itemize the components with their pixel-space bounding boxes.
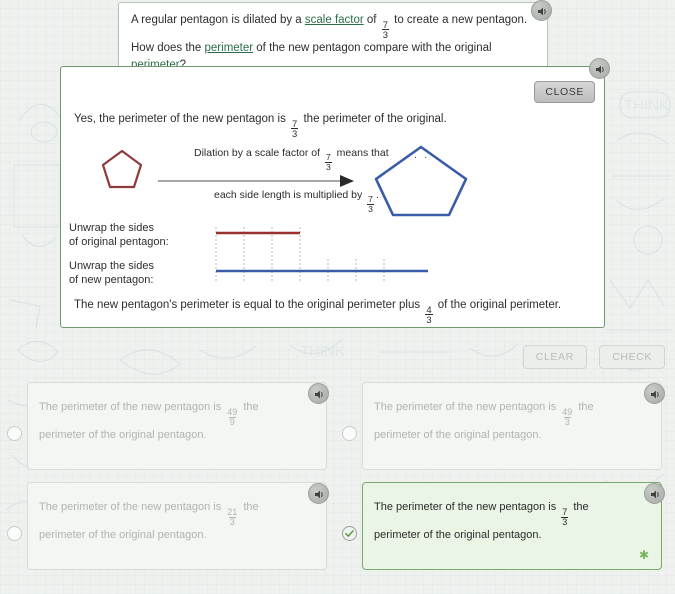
explanation-line1-a: Yes, the perimeter of the new pentagon i… — [74, 113, 290, 125]
diagram-bottom-text-a: each side length is multiplied by — [214, 189, 366, 201]
link-perimeter-1[interactable]: perimeter — [205, 42, 254, 54]
diagram-top-fraction: 73 — [324, 152, 332, 173]
link-scale-factor[interactable]: scale factor — [305, 14, 364, 26]
option-radio-d[interactable] — [342, 526, 357, 541]
question-text-2: of — [363, 14, 380, 26]
option-card-c[interactable]: The perimeter of the new pentagon is 21 3… — [27, 482, 327, 570]
option-d-fraction: 73 — [561, 506, 569, 527]
diagram-ellipsis: . . . — [414, 149, 440, 161]
close-button[interactable]: CLOSE — [534, 81, 595, 103]
question-text-1: A regular pentagon is dilated by a — [131, 14, 305, 26]
question-fraction: 73 — [381, 18, 389, 41]
explanation-line1-fraction: 73 — [291, 117, 299, 140]
answer-options: The perimeter of the new pentagon is 49 9… — [0, 382, 675, 582]
option-d-text-before: The perimeter of the new pentagon is — [374, 501, 560, 513]
unwrap-diagram: Unwrap the sides of original pentagon: U… — [69, 215, 589, 291]
option-card-b[interactable]: The perimeter of the new pentagon is 49 3… — [362, 382, 662, 470]
option-b-text-before: The perimeter of the new pentagon is — [374, 401, 560, 413]
action-button-row: CLEAR CHECK — [515, 345, 665, 369]
option-card-a[interactable]: The perimeter of the new pentagon is 49 9… — [27, 382, 327, 470]
sparkle-icon: ✱ — [638, 548, 649, 562]
speaker-icon-question[interactable] — [531, 0, 552, 21]
explanation-line2-b: of the original perimeter. — [434, 299, 562, 311]
explanation-line-1: Yes, the perimeter of the new pentagon i… — [74, 113, 590, 139]
clear-button[interactable]: CLEAR — [522, 345, 587, 369]
option-text-c: The perimeter of the new pentagon is 21 3… — [39, 499, 300, 544]
speaker-icon-option-b[interactable] — [644, 383, 665, 404]
diagram-bottom-text: each side length is multiplied by 73. — [214, 189, 379, 214]
speaker-icon-option-a[interactable] — [308, 383, 329, 404]
dilation-diagram: Dilation by a scale factor of 73 means t… — [96, 145, 496, 217]
diagram-bottom-text-b: . — [375, 189, 379, 201]
check-icon — [345, 530, 354, 537]
option-text-b: The perimeter of the new pentagon is 49 3… — [374, 399, 635, 444]
diagram-arrow-head — [340, 175, 354, 187]
option-c-fraction: 21 3 — [227, 506, 238, 527]
explanation-line-2: The new pentagon's perimeter is equal to… — [74, 299, 590, 325]
speaker-icon-option-d[interactable] — [644, 483, 665, 504]
check-button[interactable]: CHECK — [599, 345, 665, 369]
option-b-fraction: 49 3 — [562, 406, 573, 427]
speaker-icon-explanation[interactable] — [589, 58, 610, 79]
explanation-line2-fraction: 43 — [425, 303, 433, 326]
explanation-line1-b: the perimeter of the original. — [300, 113, 447, 125]
option-a-text-before: The perimeter of the new pentagon is — [39, 401, 225, 413]
small-pentagon-shape — [101, 149, 143, 189]
diagram-top-text-b: means that — [333, 147, 389, 159]
diagram-bottom-fraction: 73 — [367, 194, 374, 215]
option-card-d[interactable]: The perimeter of the new pentagon is 73 … — [362, 482, 662, 570]
option-text-d: The perimeter of the new pentagon is 73 … — [374, 499, 635, 544]
option-c-text-before: The perimeter of the new pentagon is — [39, 501, 225, 513]
option-radio-b[interactable] — [342, 426, 357, 441]
diagram-top-text-a: Dilation by a scale factor of — [194, 147, 323, 159]
option-a-fraction: 49 9 — [227, 406, 238, 427]
unwrap-lines-svg — [215, 227, 428, 281]
speaker-icon-option-c[interactable] — [308, 483, 329, 504]
explanation-panel: CLOSE Yes, the perimeter of the new pent… — [60, 66, 605, 328]
diagram-top-text: Dilation by a scale factor of 73 means t… — [194, 147, 389, 172]
option-text-a: The perimeter of the new pentagon is 49 9… — [39, 399, 300, 444]
option-radio-a[interactable] — [7, 426, 22, 441]
question-text-4: of the new pentagon compare with the ori… — [253, 41, 492, 54]
option-radio-c[interactable] — [7, 526, 22, 541]
explanation-line2-a: The new pentagon's perimeter is equal to… — [74, 299, 424, 311]
